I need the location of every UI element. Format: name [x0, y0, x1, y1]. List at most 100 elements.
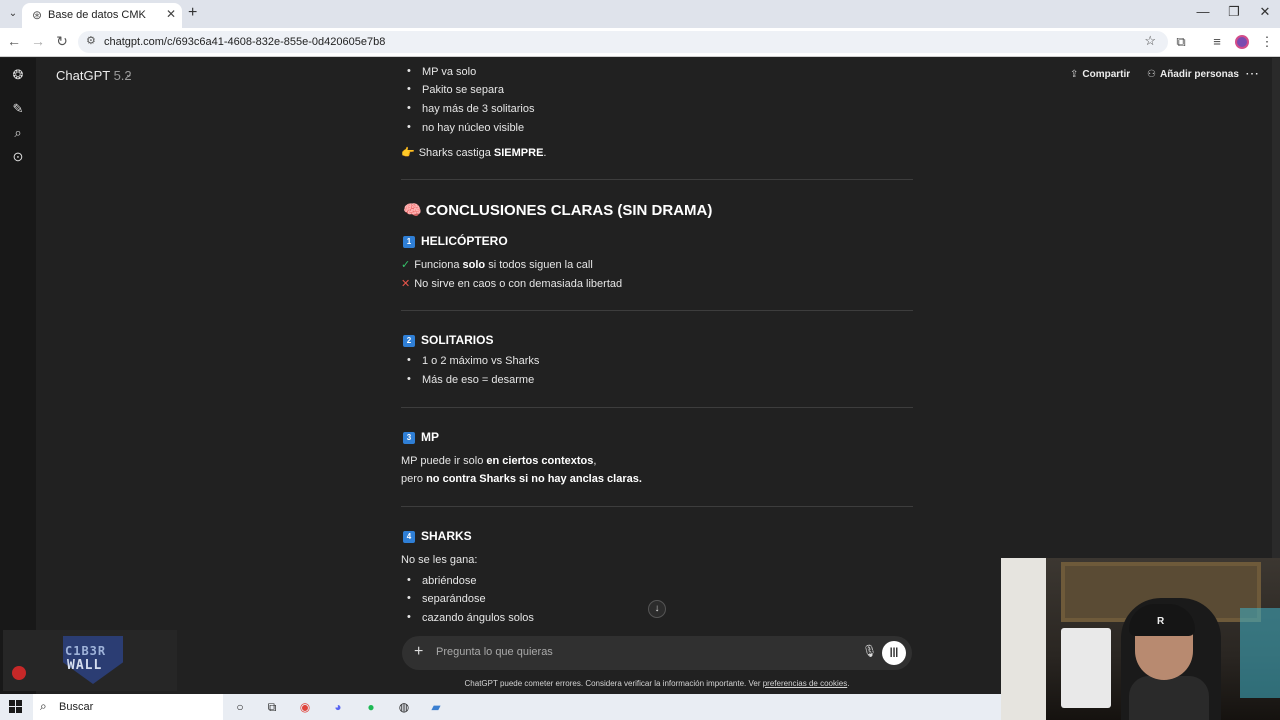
- taskbar-search-label: Buscar: [59, 701, 94, 713]
- sharks-intro: No se les gana:: [401, 554, 478, 566]
- shelf: [1001, 558, 1046, 720]
- chrome-icon[interactable]: ◉: [296, 698, 314, 716]
- new-chat-icon[interactable]: ✎: [8, 99, 28, 119]
- site-info-icon[interactable]: ⚙: [86, 34, 96, 47]
- browser-tab-bar: ⌄ ⊛ Base de datos CMK ✕ + — ❐ ✕: [0, 0, 1280, 28]
- number-badge: 2: [403, 335, 415, 347]
- tab-close-icon[interactable]: ✕: [166, 7, 176, 21]
- person-add-icon: ⚇: [1147, 69, 1156, 80]
- share-icon: ⇪: [1070, 69, 1079, 80]
- back-icon[interactable]: ←: [4, 33, 24, 49]
- section-heading-solitarios: 2 SOLITARIOS: [403, 333, 493, 347]
- section-heading-helicoptero: 1 HELICÓPTERO: [403, 234, 508, 248]
- voice-mode-button[interactable]: |||: [882, 641, 906, 665]
- chevron-down-icon[interactable]: ⌄: [125, 69, 133, 80]
- more-options-icon[interactable]: ⋯: [1245, 65, 1259, 82]
- divider: [401, 310, 913, 311]
- mp-line-1-end: ,: [593, 455, 597, 467]
- check-text-end: si todos siguen la call: [485, 259, 593, 271]
- check-line: ✓ Funciona solo si todos siguen la call: [401, 258, 593, 271]
- number-badge: 4: [403, 531, 415, 543]
- mp-line-2: pero no contra Sharks si no hay anclas c…: [401, 473, 642, 485]
- check-bold: solo: [462, 259, 486, 271]
- check-icon: ✓: [401, 259, 411, 271]
- scroll-to-bottom-button[interactable]: ↓: [648, 600, 666, 618]
- model-name[interactable]: ChatGPT 5.2: [56, 68, 132, 83]
- forward-icon[interactable]: →: [28, 33, 48, 49]
- browser-tab[interactable]: ⊛ Base de datos CMK ✕: [22, 3, 182, 28]
- section-title: HELICÓPTERO: [421, 234, 508, 248]
- list-item: no hay núcleo visible: [407, 121, 524, 134]
- address-bar[interactable]: ⚙ chatgpt.com/c/693c6a41-4608-832e-855e-…: [78, 31, 1168, 53]
- stream-logo-overlay: C1B3R WALL: [3, 630, 177, 691]
- list-item: separándose: [407, 592, 486, 605]
- chatgpt-favicon-icon: ⊛: [32, 8, 43, 22]
- sharks-line-end: .: [543, 147, 547, 159]
- bookmark-star-icon[interactable]: ☆: [1144, 33, 1156, 49]
- restore-icon[interactable]: ❐: [1219, 4, 1249, 20]
- conclusions-heading: 🧠 CONCLUSIONES CLARAS (SIN DRAMA): [403, 201, 712, 219]
- number-badge: 1: [403, 236, 415, 248]
- cap-logo: R: [1157, 616, 1165, 627]
- tab-search-chevron-icon[interactable]: ⌄: [4, 5, 22, 23]
- prompt-input[interactable]: Pregunta lo que quieras: [436, 646, 553, 658]
- new-tab-icon[interactable]: +: [188, 4, 197, 22]
- list-item: MP va solo: [407, 65, 476, 78]
- webcam-overlay: R: [1001, 558, 1280, 720]
- list-item: Más de eso = desarme: [407, 373, 534, 386]
- message-composer[interactable]: + Pregunta lo que quieras 🎙 |||: [402, 636, 912, 670]
- sharks-line-text: Sharks castiga: [418, 147, 494, 159]
- list-item: Pakito se separa: [407, 83, 504, 96]
- cross-icon: ✕: [401, 278, 411, 290]
- library-icon[interactable]: ⊙: [8, 147, 28, 167]
- taskbar-search[interactable]: ⌕ Buscar: [33, 694, 223, 720]
- brain-icon: 🧠: [403, 202, 422, 219]
- add-people-button[interactable]: ⚇ Añadir personas: [1147, 69, 1239, 80]
- add-attachment-icon[interactable]: +: [414, 643, 423, 661]
- mp-line-1: MP puede ir solo en ciertos contextos,: [401, 455, 596, 467]
- reading-list-icon[interactable]: ≡: [1208, 34, 1226, 49]
- discord-icon[interactable]: ◕: [329, 698, 347, 716]
- mp-line-2-bold: no contra Sharks si no hay anclas claras…: [426, 473, 642, 485]
- divider: [401, 506, 913, 507]
- spotify-icon[interactable]: ●: [362, 698, 380, 716]
- share-label: Compartir: [1082, 69, 1131, 80]
- person-body: [1129, 676, 1209, 720]
- mp-line-1-text: MP puede ir solo: [401, 455, 487, 467]
- divider: [401, 179, 913, 180]
- windows-taskbar: ⌕ Buscar ○ ⧉ ◉ ◕ ● ◍ ▰: [0, 694, 1001, 720]
- minimize-icon[interactable]: —: [1188, 4, 1218, 19]
- model-name-text: ChatGPT: [56, 68, 110, 83]
- cross-text: No sirve en caos o con demasiada liberta…: [414, 278, 623, 290]
- microphone-icon[interactable]: 🎙: [862, 644, 877, 658]
- sharks-line: 👉 Sharks castiga SIEMPRE.: [401, 146, 546, 159]
- led-light: [1240, 608, 1280, 698]
- app-icon[interactable]: ▰: [427, 698, 445, 716]
- record-indicator-icon: [12, 666, 26, 680]
- cookie-preferences-link[interactable]: preferencias de cookies: [763, 679, 848, 688]
- logo-text: WALL: [67, 658, 103, 673]
- profile-avatar[interactable]: [1235, 35, 1249, 49]
- extensions-icon[interactable]: ⧉: [1172, 34, 1190, 50]
- windows-start-icon[interactable]: [9, 700, 23, 714]
- search-chats-icon[interactable]: ⌕: [8, 123, 28, 143]
- share-button[interactable]: ⇪ Compartir: [1070, 69, 1130, 80]
- pointing-hand-icon: 👉: [401, 147, 415, 159]
- logo-text: C1B3R: [65, 644, 107, 658]
- task-view-circle-icon[interactable]: ○: [231, 698, 249, 716]
- section-heading-mp: 3 MP: [403, 430, 439, 444]
- search-icon: ⌕: [40, 699, 47, 713]
- url-text[interactable]: chatgpt.com/c/693c6a41-4608-832e-855e-0d…: [104, 36, 385, 48]
- divider: [401, 407, 913, 408]
- list-item: abriéndose: [407, 574, 477, 587]
- check-text: Funciona: [414, 259, 463, 271]
- openai-logo-icon[interactable]: ❂: [8, 65, 28, 85]
- window-close-icon[interactable]: ✕: [1250, 4, 1280, 20]
- obs-icon[interactable]: ◍: [395, 698, 413, 716]
- browser-menu-icon[interactable]: ⋮: [1258, 34, 1276, 50]
- section-heading-sharks: 4 SHARKS: [403, 529, 472, 543]
- reload-icon[interactable]: ↻: [52, 33, 72, 50]
- cross-line: ✕ No sirve en caos o con demasiada libert…: [401, 277, 622, 290]
- mp-line-1-bold: en ciertos contextos: [486, 455, 594, 467]
- task-view-icon[interactable]: ⧉: [263, 698, 281, 716]
